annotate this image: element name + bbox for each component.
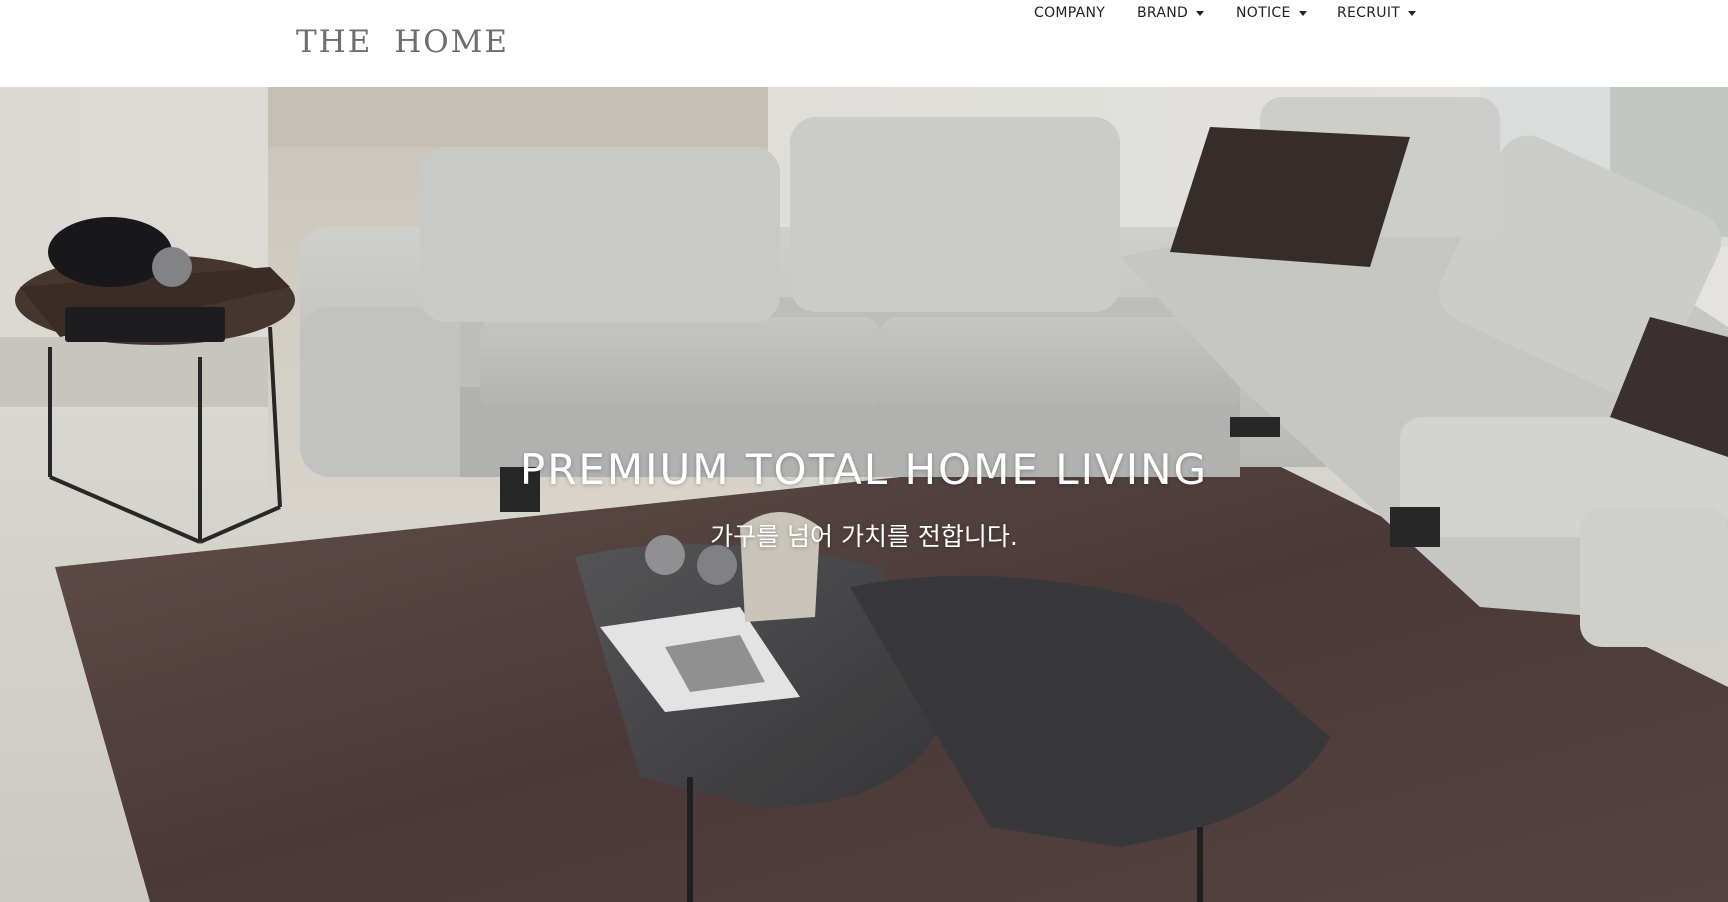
hero-banner: PREMIUM TOTAL HOME LIVING 가구를 넘어 가치를 전합니… (0, 87, 1728, 902)
caret-down-icon (1196, 11, 1205, 16)
nav-label-brand: BRAND (1137, 5, 1189, 21)
hero-background-image (0, 87, 1728, 902)
hero-title: PREMIUM TOTAL HOME LIVING (519, 445, 1209, 494)
nav-item-company[interactable]: COMPANY (1034, 0, 1105, 26)
hero-subtitle: 가구를 넘어 가치를 전합니다. (710, 522, 1018, 551)
nav-item-notice[interactable]: NOTICE (1236, 0, 1307, 26)
logo[interactable]: THE HOME (296, 22, 509, 62)
caret-down-icon (1408, 11, 1417, 16)
nav-label-company: COMPANY (1034, 5, 1106, 21)
main-nav: COMPANY BRAND NOTICE RECRUIT (0, 0, 1728, 26)
caret-down-icon (1298, 11, 1307, 16)
nav-label-recruit: RECRUIT (1337, 5, 1401, 21)
nav-label-notice: NOTICE (1236, 5, 1291, 21)
nav-item-brand[interactable]: BRAND (1137, 0, 1205, 26)
site-header: THE HOME COMPANY BRAND NOTICE RECRUIT (0, 0, 1728, 87)
nav-item-recruit[interactable]: RECRUIT (1337, 0, 1417, 26)
